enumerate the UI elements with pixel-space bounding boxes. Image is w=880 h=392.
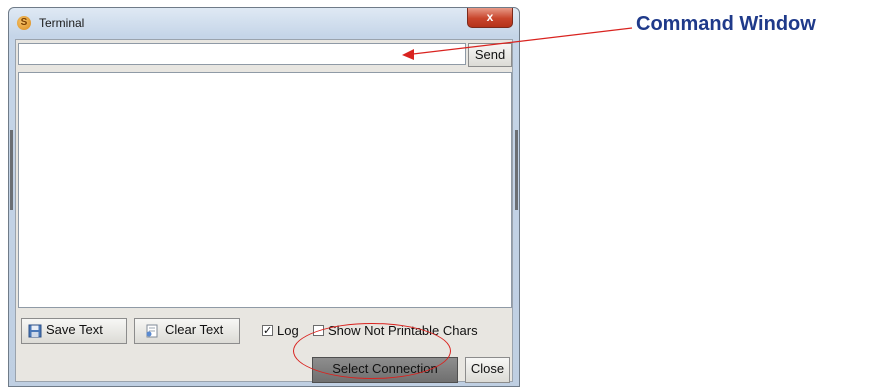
log-label: Log [277, 323, 299, 338]
command-window-annotation: Command Window [636, 13, 816, 35]
terminal-body: Send Save Text Clear Text Log Show Not P [10, 39, 518, 383]
window-title: Terminal [39, 16, 85, 30]
save-text-label: Save Text [46, 322, 103, 337]
send-button[interactable]: Send [468, 43, 512, 67]
close-button[interactable]: Close [465, 357, 510, 383]
right-edge-grip [515, 130, 518, 210]
title-bar[interactable]: S Terminal x [9, 8, 519, 38]
clear-text-button[interactable]: Clear Text [134, 318, 240, 344]
command-input[interactable] [18, 43, 466, 65]
log-checkbox-row[interactable]: Log [262, 322, 299, 340]
floppy-disk-icon [28, 324, 42, 338]
terminal-output-area[interactable] [18, 72, 512, 308]
left-edge-grip [10, 130, 13, 210]
save-text-button[interactable]: Save Text [21, 318, 127, 344]
log-checkbox[interactable] [262, 322, 273, 340]
show-not-printable-row[interactable]: Show Not Printable Chars [313, 322, 478, 340]
show-not-printable-checkbox[interactable] [313, 325, 324, 336]
show-not-printable-label: Show Not Printable Chars [328, 323, 478, 338]
clear-document-icon [146, 324, 158, 338]
clear-text-label: Clear Text [165, 322, 224, 337]
terminal-window: S Terminal x Send Save Text Clear Text ✓… [8, 7, 520, 387]
window-close-button[interactable]: x [467, 8, 513, 28]
terminal-app-icon: S [17, 16, 31, 30]
select-connection-button[interactable]: Select Connection [312, 357, 458, 383]
